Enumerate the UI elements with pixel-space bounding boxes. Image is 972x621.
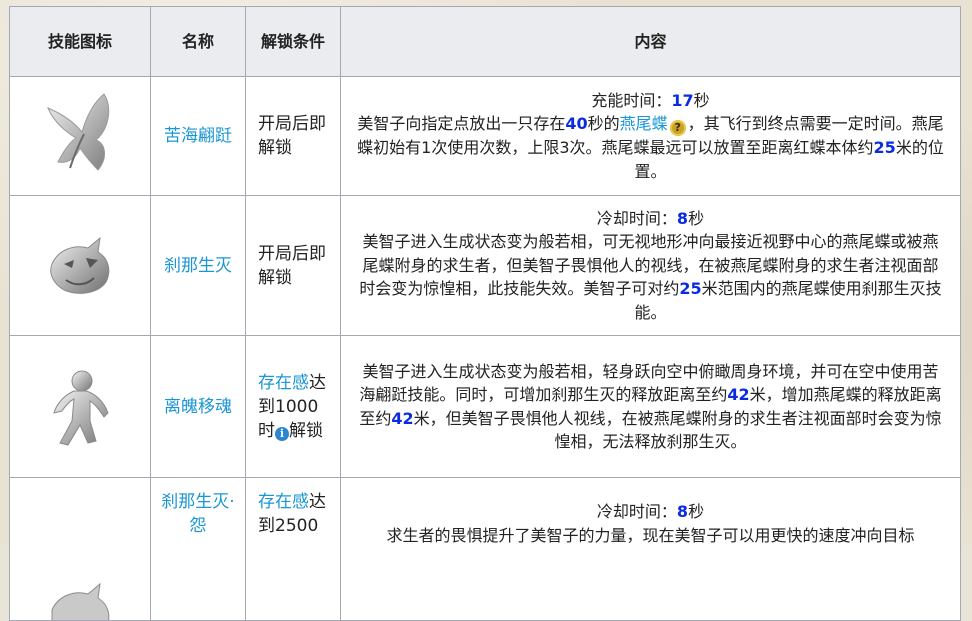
- table-header-row: 技能图标 名称 解锁条件 内容: [9, 6, 961, 77]
- presence-link[interactable]: 存在感: [258, 373, 309, 393]
- unlock-condition-cell: 开局后即解锁: [245, 195, 341, 336]
- skill-name-link[interactable]: 苦海翩跹: [164, 126, 232, 146]
- presence-link[interactable]: 存在感: [258, 492, 309, 512]
- timer-value: 8: [676, 502, 689, 521]
- table-row: 离魄移魂 存在感达到1000时 i 解锁 美智子进入生成状态变为般若相，轻身跃向空中…: [9, 335, 961, 478]
- skill-name-cell: 苦海翩跹: [150, 76, 246, 196]
- info-icon[interactable]: i: [275, 426, 289, 441]
- description-text: 米，但美智子畏惧他人视线，在被燕尾蝶附身的求生者注视面部时会变为惊惶相，无法释放…: [413, 408, 942, 452]
- highlight-number: 42: [727, 385, 750, 404]
- skill-icon-cell: [9, 195, 151, 336]
- unlock-condition-cell: 存在感达到1000时 i 解锁: [245, 335, 341, 478]
- skill-content-cell: 美智子进入生成状态变为般若相，轻身跃向空中俯瞰周身环境，并可在空中使用苦海翩跹技…: [340, 335, 961, 478]
- timer-line: 冷却时间：8秒: [355, 500, 946, 524]
- description-text: 求生者的畏惧提升了美智子的力量，现在美智子可以用更快的速度冲向目标: [386, 525, 915, 545]
- skill-icon-cell: [9, 335, 151, 478]
- condition-text: 解锁: [289, 420, 323, 441]
- skill-name-cell: 刹那生灭: [150, 195, 246, 336]
- header-content: 内容: [340, 6, 961, 77]
- description-text: 美智子向指定点放出一只存在: [357, 114, 566, 134]
- timer-unit: 秒: [688, 502, 705, 521]
- timer-value: 17: [671, 90, 694, 110]
- skill-name-link[interactable]: 刹那生灭: [164, 256, 232, 276]
- timer-label: 冷却时间：: [596, 502, 677, 521]
- skill-content-cell: 冷却时间：8秒 美智子进入生成状态变为般若相，可无视地形冲向最接近视野中心的燕尾…: [340, 195, 961, 336]
- skills-table: 技能图标 名称 解锁条件 内容 苦海翩跹 开局后即解锁 充能时间：17秒 美智子…: [9, 6, 961, 621]
- header-unlock-condition: 解锁条件: [245, 6, 341, 77]
- timer-label: 充能时间：: [591, 90, 672, 110]
- skill-name-link[interactable]: 刹那生灭·怨: [161, 492, 234, 536]
- highlight-number: 25: [873, 138, 896, 158]
- skill-name-cell: 离魄移魂: [150, 335, 246, 478]
- skill-content-cell: 充能时间：17秒 美智子向指定点放出一只存在40秒的燕尾蝶? ，其飞行到终点需要一…: [340, 76, 961, 196]
- unlock-condition-cell: 存在感达到2500: [245, 477, 341, 621]
- table-row: 刹那生灭 开局后即解锁 冷却时间：8秒 美智子进入生成状态变为般若相，可无视地形…: [9, 195, 961, 336]
- skill-description: 求生者的畏惧提升了美智子的力量，现在美智子可以用更快的速度冲向目标: [355, 524, 946, 548]
- highlight-number: 25: [679, 279, 702, 299]
- table-row: 苦海翩跹 开局后即解锁 充能时间：17秒 美智子向指定点放出一只存在40秒的燕尾…: [9, 76, 961, 196]
- mask-icon: [51, 582, 110, 620]
- timer-label: 冷却时间：: [596, 208, 677, 228]
- highlight-number: 42: [391, 408, 414, 428]
- table-row: 刹那生灭·怨 存在感达到2500 冷却时间：8秒 求生者的畏惧提升了美智子的力量…: [9, 477, 961, 621]
- skill-name-cell: 刹那生灭·怨: [150, 477, 246, 621]
- skill-description: 美智子进入生成状态变为般若相，可无视地形冲向最接近视野中心的燕尾蝶或被燕尾蝶附身…: [355, 230, 946, 324]
- header-name: 名称: [150, 6, 246, 77]
- timer-value: 8: [676, 208, 689, 228]
- skill-name-link[interactable]: 离魄移魂: [164, 397, 232, 417]
- swallowtail-link[interactable]: 燕尾蝶: [620, 114, 668, 133]
- highlight-number: 40: [565, 114, 588, 134]
- description-text: 秒的: [587, 114, 620, 134]
- header-skill-icon: 技能图标: [9, 6, 151, 77]
- timer-unit: 秒: [693, 90, 710, 110]
- skill-content-cell: 冷却时间：8秒 求生者的畏惧提升了美智子的力量，现在美智子可以用更快的速度冲向目…: [340, 477, 961, 621]
- timer-line: 冷却时间：8秒: [355, 207, 946, 231]
- timer-line: 充能时间：17秒: [355, 89, 946, 113]
- butterfly-icon: [47, 93, 110, 171]
- unlock-condition-cell: 开局后即解锁: [245, 76, 341, 196]
- timer-unit: 秒: [688, 208, 705, 228]
- skill-description: 美智子向指定点放出一只存在40秒的燕尾蝶? ，其飞行到终点需要一定时间。燕尾蝶初始…: [355, 112, 946, 183]
- skill-icon-cell: [9, 477, 151, 621]
- spirit-figure-icon: [53, 370, 109, 446]
- skill-icon-cell: [9, 76, 151, 196]
- skill-description: 美智子进入生成状态变为般若相，轻身跃向空中俯瞰周身环境，并可在空中使用苦海翩跹技…: [355, 360, 946, 454]
- mask-icon: [50, 236, 110, 294]
- help-icon[interactable]: ?: [669, 120, 686, 137]
